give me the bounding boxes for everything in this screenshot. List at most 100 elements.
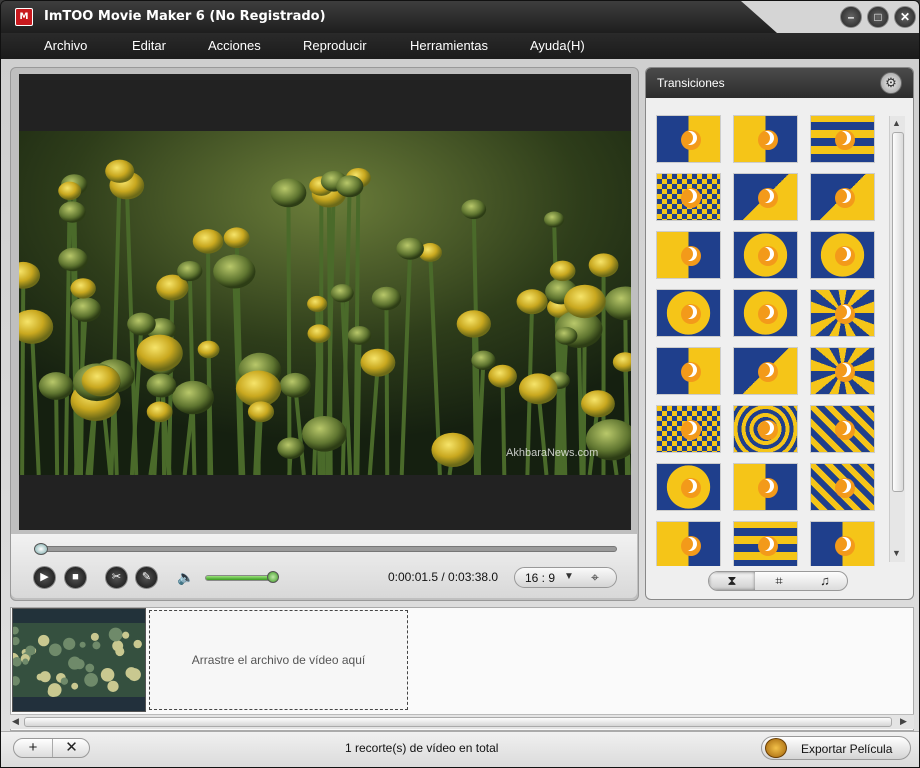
transition-thumbnail-puzzle[interactable]	[733, 115, 798, 163]
cut-button[interactable]: ✂	[105, 566, 128, 589]
app-logo-icon: M	[15, 8, 33, 26]
moon-icon	[679, 131, 693, 145]
transition-thumbnail-rays[interactable]	[810, 347, 875, 395]
moon-icon	[833, 247, 847, 261]
transition-thumbnail-checker[interactable]	[656, 405, 721, 453]
drop-zone-label: Arrastre el archivo de vídeo aquí	[191, 653, 366, 667]
transition-thumbnail-rings[interactable]	[733, 405, 798, 453]
scroll-down-icon[interactable]: ▼	[892, 548, 901, 558]
scroll-thumb[interactable]	[892, 132, 904, 492]
video-clip-thumbnail[interactable]	[12, 608, 146, 712]
transition-thumbnail-circle[interactable]	[810, 231, 875, 279]
transition-thumbnail-hbars[interactable]	[733, 521, 798, 566]
moon-icon	[833, 131, 847, 145]
remove-clip-button[interactable]: ✕	[52, 739, 90, 757]
time-display: 0:00:01.5 / 0:03:38.0	[388, 570, 499, 584]
transition-thumbnail-moon[interactable]	[656, 521, 721, 566]
volume-icon[interactable]: 🔈	[177, 569, 194, 586]
transition-thumbnail-halves[interactable]	[810, 521, 875, 566]
transitions-grid	[653, 106, 886, 566]
transition-thumbnail-corner[interactable]	[733, 347, 798, 395]
export-movie-button[interactable]: Exportar Película	[761, 736, 911, 760]
menu-bar: Archivo Editar Acciones Reproducir Herra…	[1, 33, 919, 59]
title-bar: M ImTOO Movie Maker 6 (No Registrado) – …	[1, 1, 919, 33]
video-frame-image	[19, 131, 631, 475]
video-watermark: AkhbaraNews.com	[506, 447, 599, 459]
aspect-ratio-select[interactable]: 16 : 9	[525, 571, 555, 585]
maximize-button[interactable]: □	[867, 6, 889, 28]
stop-button[interactable]: ■	[64, 566, 87, 589]
moon-icon	[679, 479, 693, 493]
transition-thumbnail-spiral[interactable]	[810, 289, 875, 337]
timeline-buttons: + ✕	[13, 738, 90, 758]
volume-handle[interactable]	[267, 571, 279, 583]
timeline-scroll-thumb[interactable]	[24, 717, 892, 727]
moon-icon	[756, 421, 770, 435]
scroll-right-icon[interactable]: ▶	[900, 716, 907, 727]
moon-icon	[679, 421, 693, 435]
transition-thumbnail-circle2[interactable]	[733, 289, 798, 337]
moon-icon	[756, 537, 770, 551]
transition-thumbnail-split[interactable]	[656, 115, 721, 163]
transition-thumbnail-diamond[interactable]	[733, 231, 798, 279]
moon-icon	[679, 305, 693, 319]
moon-icon	[756, 189, 770, 203]
transition-thumbnail-moonbig[interactable]	[733, 463, 798, 511]
moon-icon	[833, 363, 847, 377]
transitions-tabs: ⧗ ⌗ ♫	[708, 571, 848, 591]
scroll-up-icon[interactable]: ▲	[892, 118, 901, 128]
transition-thumbnail-mosaic[interactable]	[656, 173, 721, 221]
chevron-down-icon[interactable]: ▼	[564, 571, 574, 582]
transition-icon[interactable]: ⧗	[709, 572, 755, 590]
moon-icon	[833, 421, 847, 435]
transition-thumbnail-stripes[interactable]	[810, 405, 875, 453]
timeline-scrollbar[interactable]: ◀ ▶	[10, 714, 914, 729]
moon-icon	[756, 305, 770, 319]
export-movie-label: Exportar Película	[801, 742, 893, 756]
moon-icon	[756, 479, 770, 493]
play-button[interactable]: ▶	[33, 566, 56, 589]
moon-icon	[833, 189, 847, 203]
volume-fill	[206, 576, 273, 580]
close-button[interactable]: ✕	[894, 6, 916, 28]
moon-icon	[679, 537, 693, 551]
crop-fit-icon[interactable]: ⌖	[591, 569, 599, 586]
menu-herramientas[interactable]: Herramientas	[410, 38, 488, 53]
add-clip-button[interactable]: +	[14, 739, 52, 757]
menu-reproducir[interactable]: Reproducir	[303, 38, 367, 53]
moon-icon	[833, 479, 847, 493]
transition-thumbnail-moon[interactable]	[656, 231, 721, 279]
moon-icon	[756, 131, 770, 145]
transition-thumbnail-diag2[interactable]	[810, 173, 875, 221]
moon-icon	[833, 305, 847, 319]
menu-acciones[interactable]: Acciones	[208, 38, 261, 53]
menu-editar[interactable]: Editar	[132, 38, 166, 53]
moon-icon	[756, 363, 770, 377]
transition-thumbnail-left[interactable]	[656, 347, 721, 395]
minimize-button[interactable]: –	[840, 6, 862, 28]
scroll-left-icon[interactable]: ◀	[12, 716, 19, 727]
transition-thumbnail-bars[interactable]	[810, 115, 875, 163]
menu-archivo[interactable]: Archivo	[44, 38, 87, 53]
music-icon[interactable]: ♫	[802, 572, 847, 590]
edit-button[interactable]: ✎	[135, 566, 158, 589]
crop-icon[interactable]: ⌗	[756, 572, 802, 590]
transition-thumbnail-lines[interactable]	[810, 463, 875, 511]
seek-handle[interactable]	[34, 543, 48, 555]
transition-thumbnail-frame[interactable]	[656, 463, 721, 511]
moon-icon	[679, 363, 693, 377]
film-reel-icon	[765, 738, 787, 758]
transition-thumbnail-diag[interactable]	[733, 173, 798, 221]
seek-bar[interactable]	[39, 546, 617, 552]
aspect-ratio-control: 16 : 9 ▼ ⌖	[514, 567, 617, 588]
window-title: ImTOO Movie Maker 6 (No Registrado)	[44, 9, 326, 24]
transition-thumbnail-star[interactable]	[656, 289, 721, 337]
transitions-scrollbar[interactable]: ▲ ▼	[889, 116, 905, 562]
menu-ayuda[interactable]: Ayuda(H)	[530, 38, 585, 53]
transitions-panel: Transiciones ⚙ ▲ ▼ ⧗ ⌗ ♫	[645, 67, 914, 600]
video-drop-zone[interactable]: Arrastre el archivo de vídeo aquí	[149, 610, 408, 710]
player-controls	[11, 534, 637, 598]
transitions-header: Transiciones ⚙	[646, 68, 913, 98]
gear-icon[interactable]: ⚙	[880, 72, 902, 94]
moon-icon	[679, 189, 693, 203]
